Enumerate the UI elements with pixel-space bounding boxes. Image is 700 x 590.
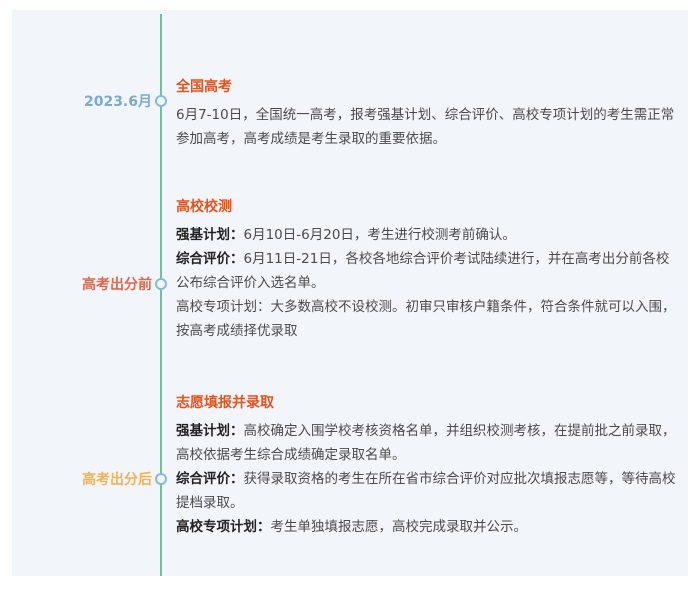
stage-label-2023-6: 2023.6月	[83, 94, 152, 110]
stage-card-application: 志愿填报并录取 强基计划：高校确定入围学校考核资格名单，并组织校测考核，在提前批…	[176, 393, 676, 539]
timeline-node-2023-6	[155, 95, 167, 107]
stage-paragraph: 综合评价：6月11日-21日，各校各地综合评价考试陆续进行，并在高考出分前各校公…	[176, 251, 670, 291]
timeline-node-after-score	[155, 473, 167, 485]
stage-title: 高校校测	[176, 199, 232, 215]
stage-paragraph: 强基计划：6月10日-6月20日，考生进行校测考前确认。	[176, 227, 516, 243]
stage-title: 全国高考	[176, 79, 232, 95]
stage-paragraph: 高校专项计划：考生单独填报志愿，高校完成录取并公示。	[176, 519, 527, 535]
timeline-node-before-score	[155, 278, 167, 290]
stage-paragraph: 6月7-10日，全国统一高考，报考强基计划、综合评价、高校专项计划的考生需正常参…	[176, 107, 675, 147]
stage-label-before-score: 高考出分前	[82, 277, 152, 293]
stage-paragraph: 综合评价：获得录取资格的考生在所在省市综合评价对应批次填报志愿等，等待高校提档录…	[176, 471, 676, 511]
stage-card-school-test: 高校校测 强基计划：6月10日-6月20日，考生进行校测考前确认。 综合评价：6…	[176, 197, 676, 343]
stage-paragraph: 强基计划：高校确定入围学校考核资格名单，并组织校测考核，在提前批之前录取，高校依…	[176, 423, 676, 463]
stage-title: 志愿填报并录取	[176, 395, 274, 411]
stage-paragraph: 高校专项计划：大多数高校不设校测。初审只审核户籍条件，符合条件就可以入围，按高考…	[176, 299, 676, 339]
stage-label-after-score: 高考出分后	[82, 472, 152, 488]
stage-card-gaokao: 全国高考 6月7-10日，全国统一高考，报考强基计划、综合评价、高校专项计划的考…	[176, 77, 676, 151]
